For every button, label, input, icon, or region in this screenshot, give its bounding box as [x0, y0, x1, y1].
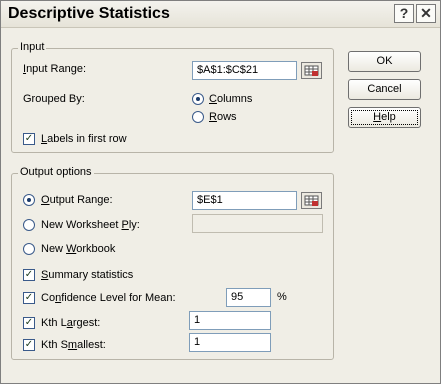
rows-label: Rows — [209, 111, 237, 123]
title-bar: Descriptive Statistics ? ✕ — [1, 1, 440, 28]
ok-button[interactable]: OK — [348, 51, 421, 72]
cancel-button[interactable]: Cancel — [348, 79, 421, 100]
kth-smallest-label: Kth Smallest: — [41, 339, 106, 351]
output-range-field[interactable]: $E$1 — [192, 191, 297, 210]
checkmark-icon: ✓ — [24, 269, 34, 280]
kth-largest-field[interactable]: 1 — [189, 311, 271, 330]
labels-first-row-label: Labels in first row — [41, 133, 127, 145]
kth-largest-checkbox[interactable]: ✓ — [23, 317, 35, 329]
rows-radio[interactable] — [192, 111, 204, 123]
help-icon[interactable]: ? — [394, 4, 414, 23]
columns-label: Columns — [209, 93, 253, 105]
kth-largest-label: Kth Largest: — [41, 317, 101, 329]
kth-smallest-checkbox[interactable]: ✓ — [23, 339, 35, 351]
new-workbook-label: New Workbook — [41, 243, 116, 255]
confidence-level-field[interactable]: 95 — [226, 288, 271, 307]
new-worksheet-radio[interactable] — [23, 219, 35, 231]
help-button[interactable]: Help — [348, 107, 421, 128]
close-icon[interactable]: ✕ — [416, 4, 436, 23]
kth-smallest-field[interactable]: 1 — [189, 333, 271, 352]
confidence-level-label: Confidence Level for Mean: — [41, 292, 176, 304]
new-worksheet-field[interactable] — [192, 214, 323, 233]
input-group-legend: Input — [18, 41, 47, 53]
descriptive-statistics-dialog: Descriptive Statistics ? ✕ Input Input R… — [0, 0, 441, 384]
checkmark-icon: ✓ — [24, 317, 34, 328]
checkmark-icon: ✓ — [24, 133, 34, 144]
range-selector-icon[interactable] — [301, 192, 322, 209]
output-group-legend: Output options — [18, 166, 94, 178]
percent-label: % — [277, 291, 287, 303]
output-range-label: Output Range: — [41, 194, 113, 206]
grouped-by-label: Grouped By: — [23, 93, 85, 105]
labels-first-row-checkbox[interactable]: ✓ — [23, 133, 35, 145]
input-range-label: Input Range: — [23, 63, 86, 75]
checkmark-icon: ✓ — [24, 292, 34, 303]
new-worksheet-label: New Worksheet Ply: — [41, 219, 140, 231]
confidence-level-checkbox[interactable]: ✓ — [23, 292, 35, 304]
new-workbook-radio[interactable] — [23, 243, 35, 255]
input-range-field[interactable]: $A$1:$C$21 — [192, 61, 297, 80]
summary-statistics-label: Summary statistics — [41, 269, 134, 281]
columns-radio[interactable] — [192, 93, 204, 105]
dialog-title: Descriptive Statistics — [8, 5, 170, 22]
output-range-radio[interactable] — [23, 194, 35, 206]
range-selector-icon[interactable] — [301, 62, 322, 79]
checkmark-icon: ✓ — [24, 339, 34, 350]
summary-statistics-checkbox[interactable]: ✓ — [23, 269, 35, 281]
